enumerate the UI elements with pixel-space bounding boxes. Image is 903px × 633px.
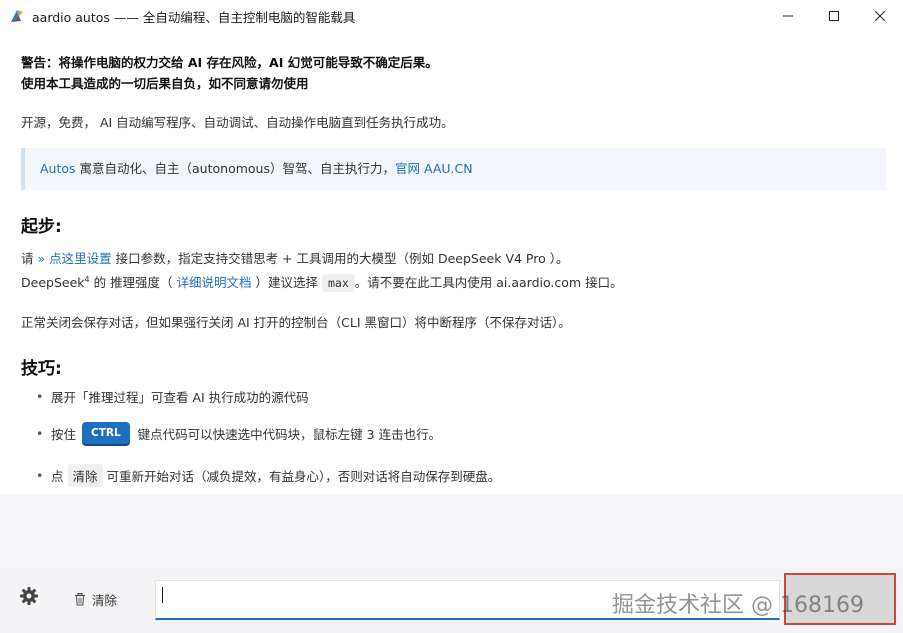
start-heading: 起步: (21, 217, 62, 237)
tip-item-1: • 展开「推理过程」可查看 AI 执行成功的源代码 (36, 387, 309, 406)
maximize-icon (829, 11, 839, 21)
intro-text: 开源，免费， AI 自动编写程序、自动调试、自动操作电脑直到任务执行成功。 (21, 115, 454, 130)
warning-text: 警告：将操作电脑的权力交给 AI 存在风险，AI 幻觉可能导致不确定后果。 使用… (21, 52, 438, 94)
start-line-2-suffix: 。请不要在此工具内使用 ai.aardio.com 接口。 (354, 275, 623, 290)
clear-button-label: 清除 (92, 593, 118, 608)
window-title: aardio autos —— 全自动编程、自主控制电脑的智能载具 (32, 9, 356, 25)
title-bar: aardio autos —— 全自动编程、自主控制电脑的智能载具 (0, 0, 903, 32)
bottom-toolbar: 清除 掘金技术社区 @ 168169 (0, 568, 903, 633)
max-code: max (321, 274, 355, 292)
tip-item-3: • 点清除 可重新开始对话（减负提效，有益身心），否则对话将自动保存到硬盘。 (36, 464, 500, 487)
minimize-button[interactable] (765, 0, 811, 32)
official-site-link[interactable]: 官网 AAU.CN (395, 161, 473, 176)
text-caret (162, 587, 163, 603)
bullet-dot: • (36, 425, 44, 441)
start-line-2-mid: 的 推理强度（ (89, 275, 177, 290)
brand-link[interactable]: Autos (40, 161, 76, 176)
ctrl-key-badge: CTRL (82, 422, 130, 444)
tip-1-text: 展开「推理过程」可查看 AI 执行成功的源代码 (51, 390, 309, 405)
start-line-1: 请 » 点这里设置 接口参数，指定支持交错思考 + 工具调用的大模型（例如 De… (21, 248, 568, 267)
warning-line-1: 警告：将操作电脑的权力交给 AI 存在风险，AI 幻觉可能导致不确定后果。 (21, 55, 438, 70)
tip-item-2: • 按住 CTRL 键点代码可以快速选中代码块，鼠标左键 3 连击也行。 (36, 422, 441, 444)
start-line-2-mid2: ）建议选择 (251, 275, 322, 290)
watermark-text: 掘金技术社区 @ 168169 (612, 593, 864, 618)
settings-gear-icon[interactable] (19, 586, 39, 606)
tip-2-suffix: 键点代码可以快速选中代码块，鼠标左键 3 连击也行。 (137, 426, 442, 442)
tip-2-prefix: 按住 (51, 426, 77, 442)
warning-line-2: 使用本工具造成的一切后果自负，如不同意请勿使用 (21, 76, 309, 91)
tip-3-prefix: 点 (51, 469, 64, 484)
start-line-1-suffix: 接口参数，指定支持交错思考 + 工具调用的大模型（例如 DeepSeek V4 … (111, 251, 569, 266)
bullet-dot: • (36, 468, 44, 483)
minimize-icon (783, 15, 793, 17)
clear-chip: 清除 (67, 464, 103, 487)
quote-text: 寓意自动化、自主（autonomous）智驾、自主执行力， (75, 161, 395, 176)
bullet-dot: • (36, 389, 44, 404)
tip-3-suffix: 可重新开始对话（减负提效，有益身心），否则对话将自动保存到硬盘。 (106, 469, 501, 484)
app-logo-icon (9, 8, 25, 24)
start-line-2: DeepSeek4 的 推理强度（ 详细说明文档 ）建议选择 max 。请不要在此… (21, 272, 623, 292)
start-line-1-prefix: 请 (21, 251, 38, 266)
deepseek-label: DeepSeek (21, 275, 85, 290)
chat-area-empty (0, 494, 903, 568)
docs-link[interactable]: 详细说明文档 (177, 275, 252, 290)
tips-heading: 技巧: (21, 359, 62, 379)
info-quote: Autos 寓意自动化、自主（autonomous）智驾、自主执行力，官网 AA… (21, 148, 886, 190)
clear-button[interactable]: 清除 (74, 590, 117, 609)
chat-welcome-content: 警告：将操作电脑的权力交给 AI 存在风险，AI 幻觉可能导致不确定后果。 使用… (0, 32, 903, 494)
start-line-3: 正常关闭会保存对话，但如果强行关闭 AI 打开的控制台（CLI 黑窗口）将中断程… (21, 315, 571, 330)
close-button[interactable] (857, 0, 903, 32)
trash-icon (75, 593, 85, 606)
maximize-button[interactable] (811, 0, 857, 32)
close-icon (875, 11, 885, 21)
settings-link[interactable]: » 点这里设置 (37, 251, 111, 266)
